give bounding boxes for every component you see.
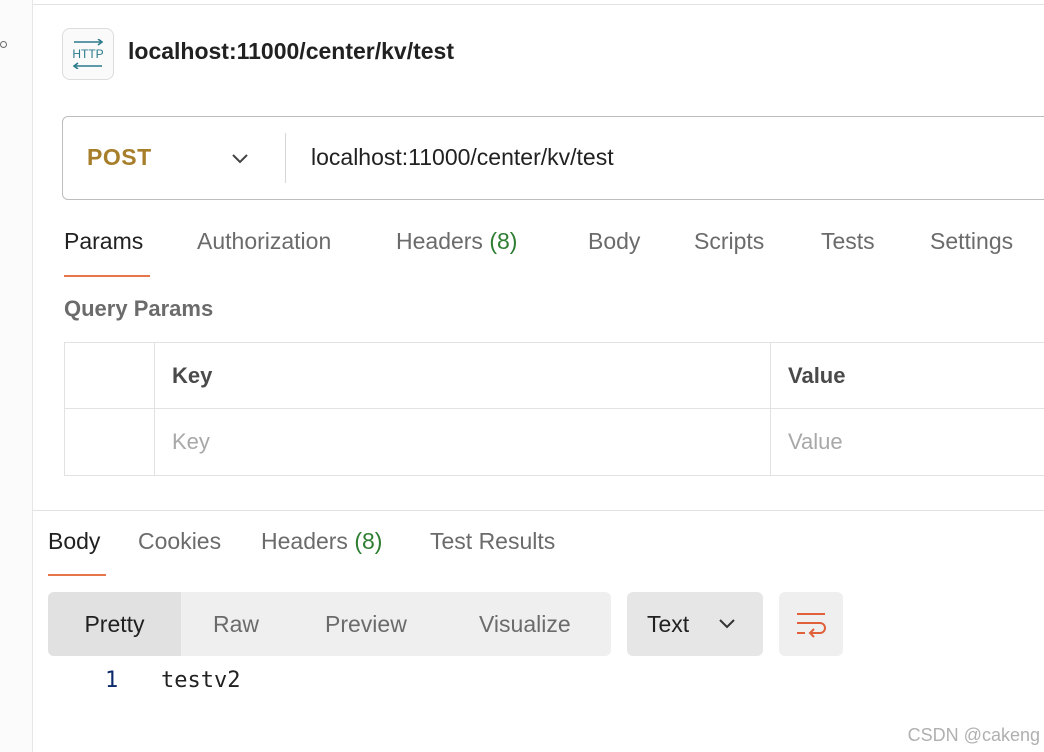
tab-settings[interactable]: Settings xyxy=(930,228,1013,278)
response-tab-headers[interactable]: Headers (8) xyxy=(261,528,382,555)
value-column-header: Value xyxy=(788,363,846,388)
view-mode-pretty[interactable]: Pretty xyxy=(48,592,181,656)
tab-label: Test Results xyxy=(430,528,556,554)
view-mode-preview[interactable]: Preview xyxy=(325,592,407,656)
format-label: Text xyxy=(647,611,690,637)
tab-label: Authorization xyxy=(197,228,332,254)
view-mode-selector: Pretty Raw Preview Visualize xyxy=(48,592,611,656)
circle-icon[interactable] xyxy=(0,41,7,48)
wrap-lines-icon xyxy=(797,613,826,638)
http-icon: HTTP xyxy=(62,28,114,80)
query-params-table: Key Value Key Value xyxy=(64,342,1044,476)
watermark: CSDN @cakeng xyxy=(907,725,1040,745)
url-bar: POST localhost:11000/center/kv/test xyxy=(62,116,1044,200)
wrap-lines-button[interactable] xyxy=(779,592,843,656)
active-tab-underline xyxy=(64,275,150,277)
view-mode-visualize[interactable]: Visualize xyxy=(479,592,571,656)
top-divider xyxy=(33,4,1044,5)
row-checkbox-cell[interactable] xyxy=(65,409,155,475)
tab-count: (8) xyxy=(489,228,518,254)
tab-authorization[interactable]: Authorization xyxy=(197,228,331,278)
table-row: Key Value xyxy=(65,409,1044,475)
response-body-line: 1 testv2 xyxy=(0,668,1044,698)
tab-label: Params xyxy=(64,228,144,254)
tab-label: Cookies xyxy=(138,528,222,554)
tab-label: Body xyxy=(48,528,101,554)
tab-label: Headers xyxy=(396,228,483,254)
tab-label: Tests xyxy=(821,228,875,254)
view-mode-raw[interactable]: Raw xyxy=(213,592,259,656)
method-select[interactable]: POST xyxy=(87,144,152,171)
checkbox-column-header xyxy=(65,343,155,409)
response-tab-cookies[interactable]: Cookies xyxy=(138,528,221,555)
chevron-down-icon xyxy=(719,619,735,629)
response-tabs: Body Cookies Headers (8) Test Results xyxy=(48,528,848,578)
tab-label: Settings xyxy=(930,228,1014,254)
line-number: 1 xyxy=(105,668,119,693)
query-params-title: Query Params xyxy=(64,296,214,321)
tab-params[interactable]: Params xyxy=(64,228,143,278)
chevron-down-icon[interactable] xyxy=(229,148,251,170)
left-sidebar-strip xyxy=(0,0,33,752)
response-body-text[interactable]: testv2 xyxy=(161,668,240,693)
tab-body[interactable]: Body xyxy=(588,228,640,278)
value-input[interactable]: Value xyxy=(771,409,1044,475)
table-header-row: Key Value xyxy=(65,343,1044,409)
tab-count: (8) xyxy=(354,528,383,554)
url-input[interactable]: localhost:11000/center/kv/test xyxy=(311,144,614,171)
tab-label: Body xyxy=(588,228,641,254)
request-tabs: Params Authorization Headers (8) Body Sc… xyxy=(64,228,1044,278)
svg-text:HTTP: HTTP xyxy=(72,47,103,61)
key-input[interactable]: Key xyxy=(155,409,771,475)
tab-label: Scripts xyxy=(694,228,765,254)
request-title[interactable]: localhost:11000/center/kv/test xyxy=(128,38,454,65)
tab-headers[interactable]: Headers (8) xyxy=(396,228,517,278)
format-select[interactable]: Text xyxy=(627,592,763,656)
tab-tests[interactable]: Tests xyxy=(821,228,875,278)
url-divider xyxy=(285,133,286,183)
active-tab-underline xyxy=(48,574,106,576)
tab-scripts[interactable]: Scripts xyxy=(694,228,764,278)
response-divider[interactable] xyxy=(33,510,1044,511)
response-tab-body[interactable]: Body xyxy=(48,528,100,555)
tab-label: Headers xyxy=(261,528,348,554)
response-tab-test-results[interactable]: Test Results xyxy=(430,528,555,555)
key-column-header: Key xyxy=(155,343,771,409)
